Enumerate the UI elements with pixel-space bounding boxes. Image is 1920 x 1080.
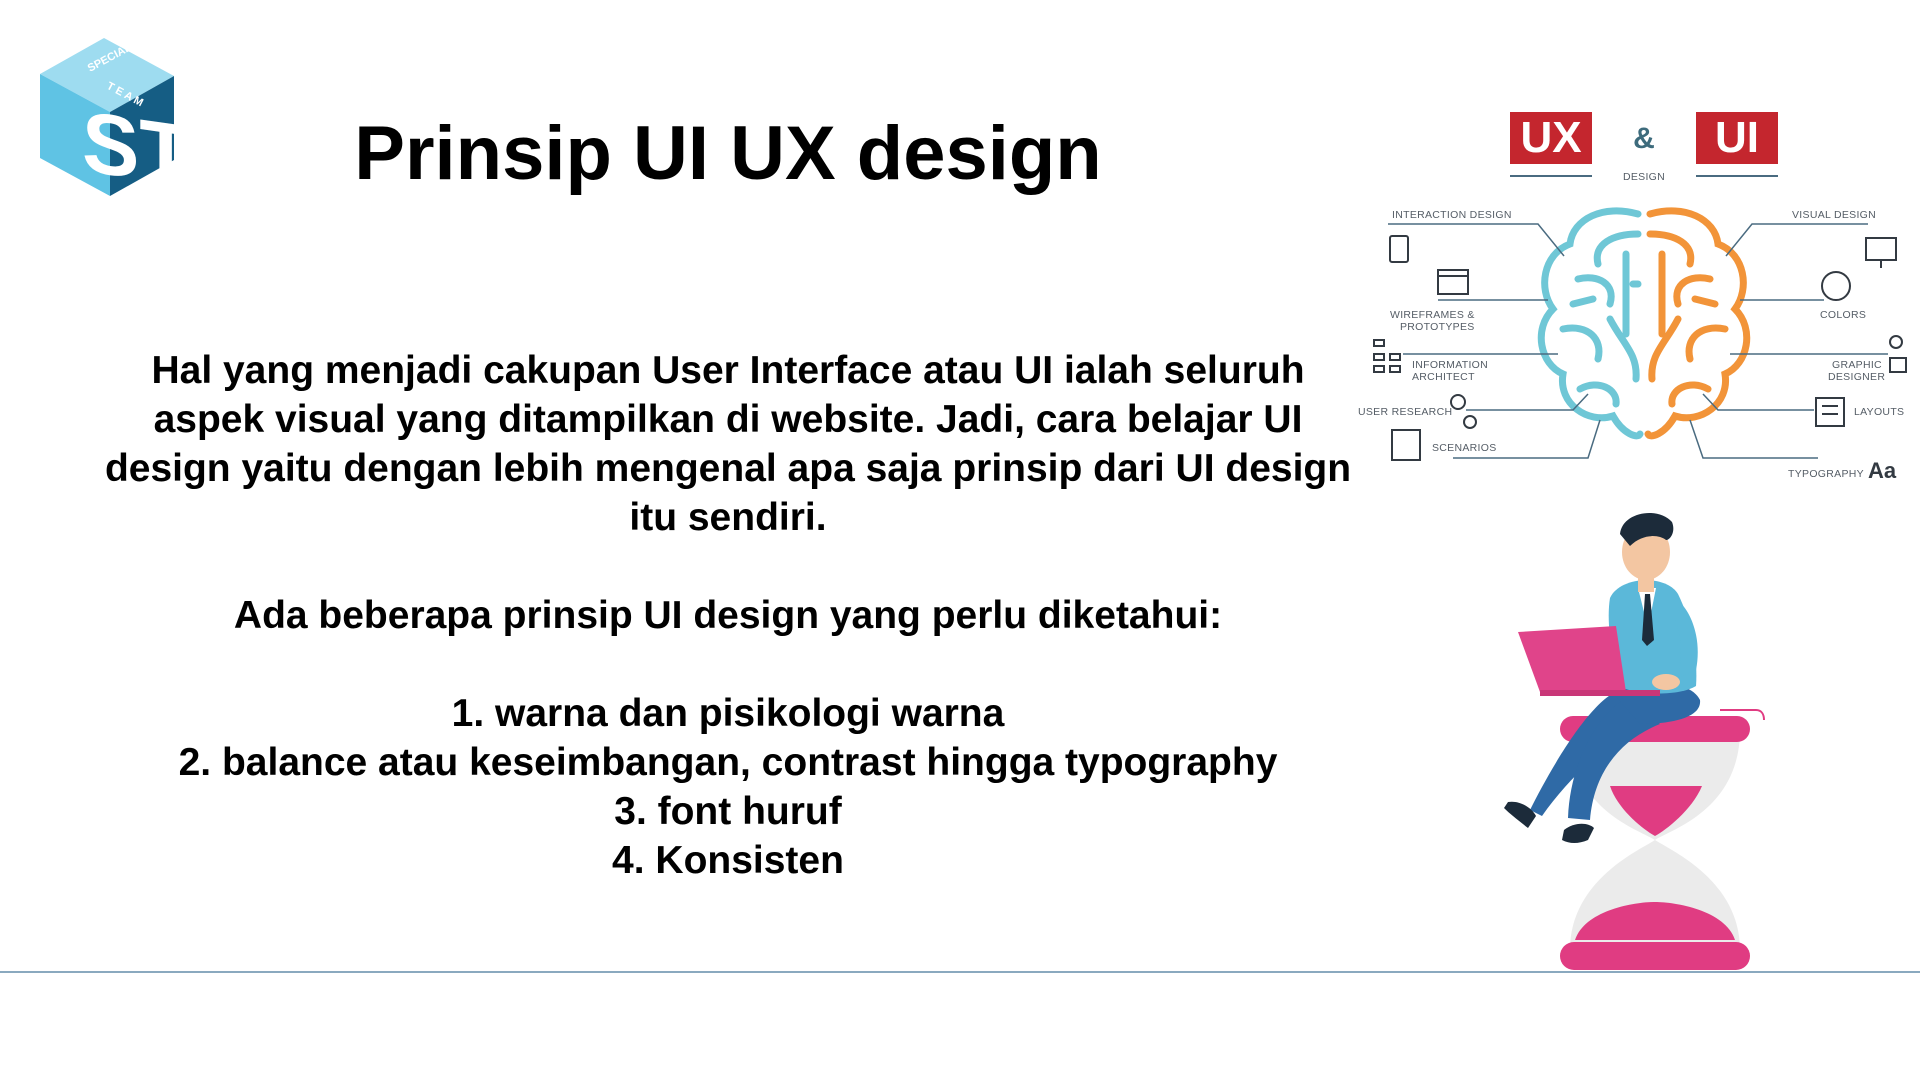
hourglass-bottom-cap xyxy=(1560,942,1750,970)
list-item: 3. font huruf xyxy=(614,790,842,833)
label-architect: ARCHITECT xyxy=(1412,371,1475,383)
list-item: 4. Konsisten xyxy=(612,839,844,882)
sitemap-icon xyxy=(1373,339,1385,347)
page-title: Prinsip UI UX design xyxy=(354,111,1102,196)
person-on-hourglass-illustration xyxy=(1470,510,1820,975)
label-interaction-design: INTERACTION DESIGN xyxy=(1392,209,1512,221)
design-label: DESIGN xyxy=(1623,171,1665,183)
label-typography: TYPOGRAPHY xyxy=(1788,468,1864,480)
bottom-divider xyxy=(0,971,1920,973)
intro-paragraph: Hal yang menjadi cakupan User Interface … xyxy=(104,349,1352,539)
layout-icon xyxy=(1815,397,1845,427)
left-shoe xyxy=(1504,801,1536,828)
laptop-icon xyxy=(1518,626,1626,692)
label-colors: COLORS xyxy=(1820,309,1866,321)
label-information: INFORMATION xyxy=(1412,359,1488,371)
right-shoe xyxy=(1562,823,1594,843)
right-brain-icon xyxy=(1644,207,1751,440)
label-designer: DESIGNER xyxy=(1828,371,1885,383)
monitor-icon xyxy=(1865,237,1897,261)
slide-body: Hal yang menjadi cakupan User Interface … xyxy=(96,346,1360,885)
ui-badge-label: UI xyxy=(1715,113,1759,162)
label-prototypes: PROTOTYPES xyxy=(1400,321,1475,333)
typography-icon: Aa xyxy=(1868,458,1897,483)
ux-badge-label: UX xyxy=(1520,113,1581,162)
special-team-logo: ST SPECIAL T E A M xyxy=(36,36,192,205)
scenario-icon xyxy=(1391,429,1421,461)
ux-ui-brain-infographic: UX UI & DESIGN INTERACTION DESIGN WIREFR… xyxy=(1348,104,1908,484)
logo-cube-icon: ST SPECIAL T E A M xyxy=(40,38,192,205)
principles-intro: Ada beberapa prinsip UI design yang perl… xyxy=(233,594,1223,637)
ampersand: & xyxy=(1633,122,1655,155)
designer-icon xyxy=(1889,335,1903,349)
label-visual-design: VISUAL DESIGN xyxy=(1792,209,1876,221)
tablet-icon xyxy=(1389,235,1409,263)
label-graphic: GRAPHIC xyxy=(1832,359,1882,371)
palette-icon xyxy=(1821,271,1851,301)
user-search-icon xyxy=(1450,394,1466,410)
label-wireframes: WIREFRAMES & xyxy=(1390,309,1475,321)
list-item: 2. balance atau keseimbangan, contrast h… xyxy=(178,741,1278,784)
label-user-research: USER RESEARCH xyxy=(1358,406,1452,418)
hand xyxy=(1652,674,1680,690)
wireframe-icon xyxy=(1437,269,1469,295)
label-layouts: LAYOUTS xyxy=(1854,406,1904,418)
list-item: 1. warna dan pisikologi warna xyxy=(451,692,1005,735)
label-scenarios: SCENARIOS xyxy=(1432,442,1497,454)
left-brain-icon xyxy=(1537,207,1644,440)
logo-letter-s: ST xyxy=(82,94,178,198)
principles-list: 1. warna dan pisikologi warna 2. balance… xyxy=(96,689,1360,885)
